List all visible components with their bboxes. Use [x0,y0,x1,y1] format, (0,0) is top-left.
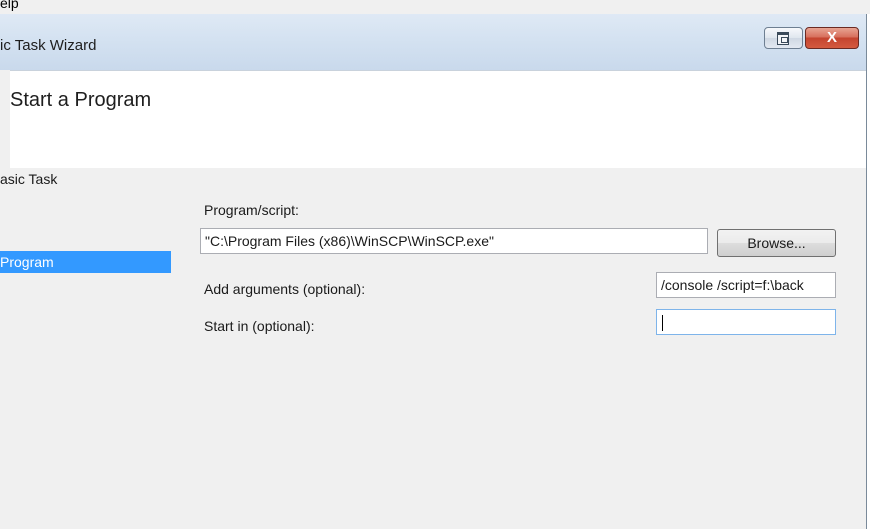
program-script-label: Program/script: [204,202,299,218]
close-icon: X [826,29,837,46]
wizard-client-area: Start a Program asic Task Program Progra… [0,70,866,529]
arguments-label: Add arguments (optional): [204,281,366,297]
restore-button[interactable] [764,27,803,49]
menu-item-help[interactable]: elp [0,0,19,11]
window-title: ic Task Wizard [0,37,97,54]
start-in-label: Start in (optional): [204,318,315,334]
browse-button[interactable]: Browse... [717,229,836,257]
page-title: Start a Program [10,89,152,111]
close-button[interactable]: X [805,27,859,49]
sidebar-item-program[interactable]: Program [0,251,171,273]
program-script-input[interactable]: "C:\Program Files (x86)\WinSCP\WinSCP.ex… [200,228,708,254]
restore-window-icon [777,32,789,45]
task-wizard-window: ic Task Wizard X Start a Program asic Ta… [0,14,867,529]
start-in-input[interactable] [656,309,836,335]
text-caret [662,315,663,331]
sidebar-item-basic-task[interactable]: asic Task [0,168,57,190]
wizard-header: Start a Program [10,70,866,168]
menu-bar: elp [0,0,870,14]
title-bar[interactable]: ic Task Wizard X [0,14,866,70]
arguments-input[interactable]: /console /script=f:\back [656,272,836,298]
